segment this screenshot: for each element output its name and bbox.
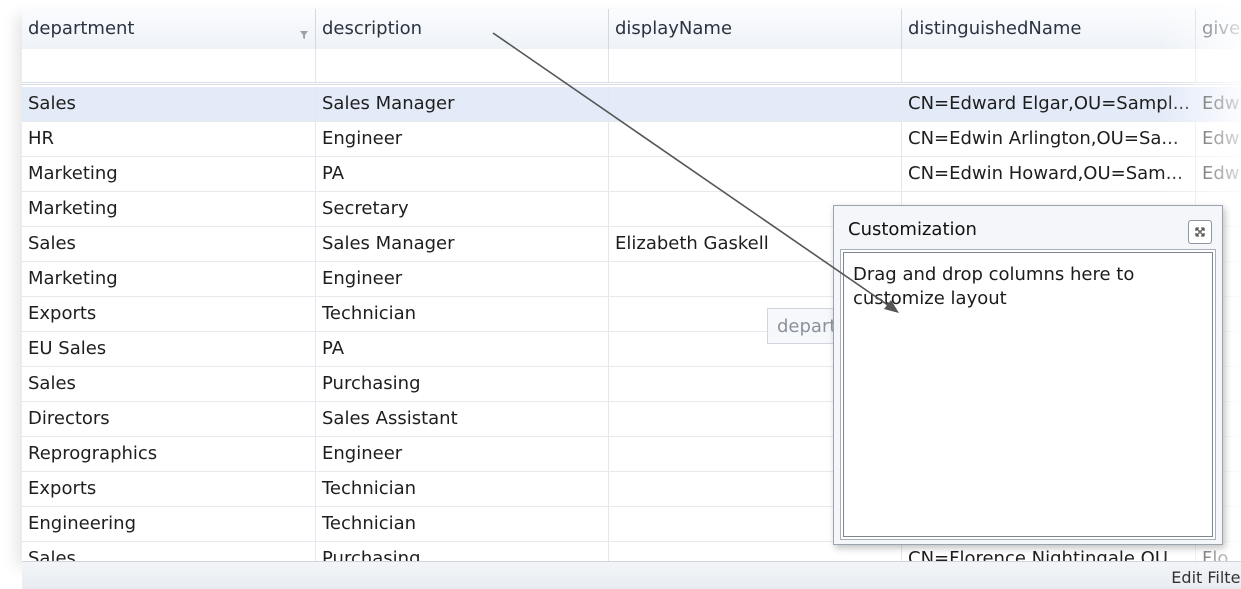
column-drop-area[interactable]: Drag and drop columns here to customize … — [841, 250, 1215, 539]
table-row[interactable]: Marketing PA CN=Edwin Howard,OU=Sam... Edw — [22, 157, 1241, 192]
table-cell[interactable]: CN=Edwin Arlington,OU=Sa... — [902, 122, 1196, 156]
table-cell[interactable]: Engineering — [22, 507, 316, 541]
table-cell[interactable] — [609, 122, 902, 156]
table-cell[interactable]: Edw — [1196, 87, 1241, 121]
auto-filter-row — [22, 49, 1241, 85]
customization-hint: Drag and drop columns here to customize … — [853, 264, 1135, 309]
column-header-distinguishedname[interactable]: distinguishedName — [902, 9, 1196, 49]
filter-cell-description[interactable] — [316, 49, 609, 82]
table-cell[interactable]: Sales Manager — [316, 227, 609, 261]
column-header-label: displayName — [615, 18, 733, 39]
table-cell[interactable]: Sales — [22, 367, 316, 401]
table-cell[interactable]: PA — [316, 157, 609, 191]
column-header-label: description — [322, 18, 423, 39]
filter-cell-department[interactable] — [22, 49, 316, 82]
grid-footer: Edit Filter — [22, 561, 1241, 589]
table-cell[interactable]: Reprographics — [22, 437, 316, 471]
table-cell[interactable]: Marketing — [22, 262, 316, 296]
column-header-department[interactable]: department — [22, 9, 316, 49]
table-cell[interactable]: PA — [316, 332, 609, 366]
table-cell[interactable]: Exports — [22, 297, 316, 331]
column-header-label: givenName — [1202, 18, 1241, 39]
table-cell[interactable]: CN=Edward Elgar,OU=Sampl... — [902, 87, 1196, 121]
customization-window: Customization Drag and drop columns here… — [833, 205, 1223, 545]
table-cell[interactable]: Sales Assistant — [316, 402, 609, 436]
table-cell[interactable]: Marketing — [22, 192, 316, 226]
column-header-row: department description displayName disti… — [22, 9, 1241, 50]
table-cell[interactable]: Technician — [316, 297, 609, 331]
table-cell[interactable]: Secretary — [316, 192, 609, 226]
table-cell[interactable]: HR — [22, 122, 316, 156]
table-cell[interactable]: Sales Manager — [316, 87, 609, 121]
table-cell[interactable] — [609, 87, 902, 121]
table-cell[interactable]: Purchasing — [316, 367, 609, 401]
table-cell[interactable]: Edw — [1196, 157, 1241, 191]
column-header-label: department — [28, 18, 135, 39]
table-cell[interactable]: Exports — [22, 472, 316, 506]
table-cell[interactable]: Engineer — [316, 122, 609, 156]
table-row[interactable]: HR Engineer CN=Edwin Arlington,OU=Sa... Edw — [22, 122, 1241, 157]
column-header-displayname[interactable]: displayName — [609, 9, 902, 49]
column-header-givenname[interactable]: givenName — [1196, 9, 1241, 49]
table-cell[interactable]: Sales — [22, 87, 316, 121]
filter-cell-distinguishedname[interactable] — [902, 49, 1196, 82]
edit-filter-link[interactable]: Edit Filter — [1171, 568, 1241, 587]
filter-icon[interactable] — [299, 15, 309, 39]
table-cell[interactable]: Edw — [1196, 122, 1241, 156]
close-icon[interactable] — [1188, 220, 1212, 244]
table-cell[interactable]: EU Sales — [22, 332, 316, 366]
column-header-label: distinguishedName — [908, 18, 1082, 39]
table-row[interactable]: Sales Sales Manager CN=Edward Elgar,OU=Sam… — [22, 87, 1241, 122]
table-cell[interactable]: Directors — [22, 402, 316, 436]
table-cell[interactable]: Marketing — [22, 157, 316, 191]
table-cell[interactable]: CN=Edwin Howard,OU=Sam... — [902, 157, 1196, 191]
customization-title: Customization — [848, 219, 977, 240]
table-cell[interactable]: Technician — [316, 507, 609, 541]
filter-cell-displayname[interactable] — [609, 49, 902, 82]
table-cell[interactable]: Engineer — [316, 262, 609, 296]
table-cell[interactable]: Engineer — [316, 437, 609, 471]
table-cell[interactable] — [609, 157, 902, 191]
filter-cell-givenname[interactable] — [1196, 49, 1241, 82]
table-cell[interactable]: Sales — [22, 542, 316, 561]
column-header-description[interactable]: description — [316, 9, 609, 49]
table-cell[interactable]: Purchasing — [316, 542, 609, 561]
table-cell[interactable]: Sales — [22, 227, 316, 261]
table-cell[interactable]: Technician — [316, 472, 609, 506]
